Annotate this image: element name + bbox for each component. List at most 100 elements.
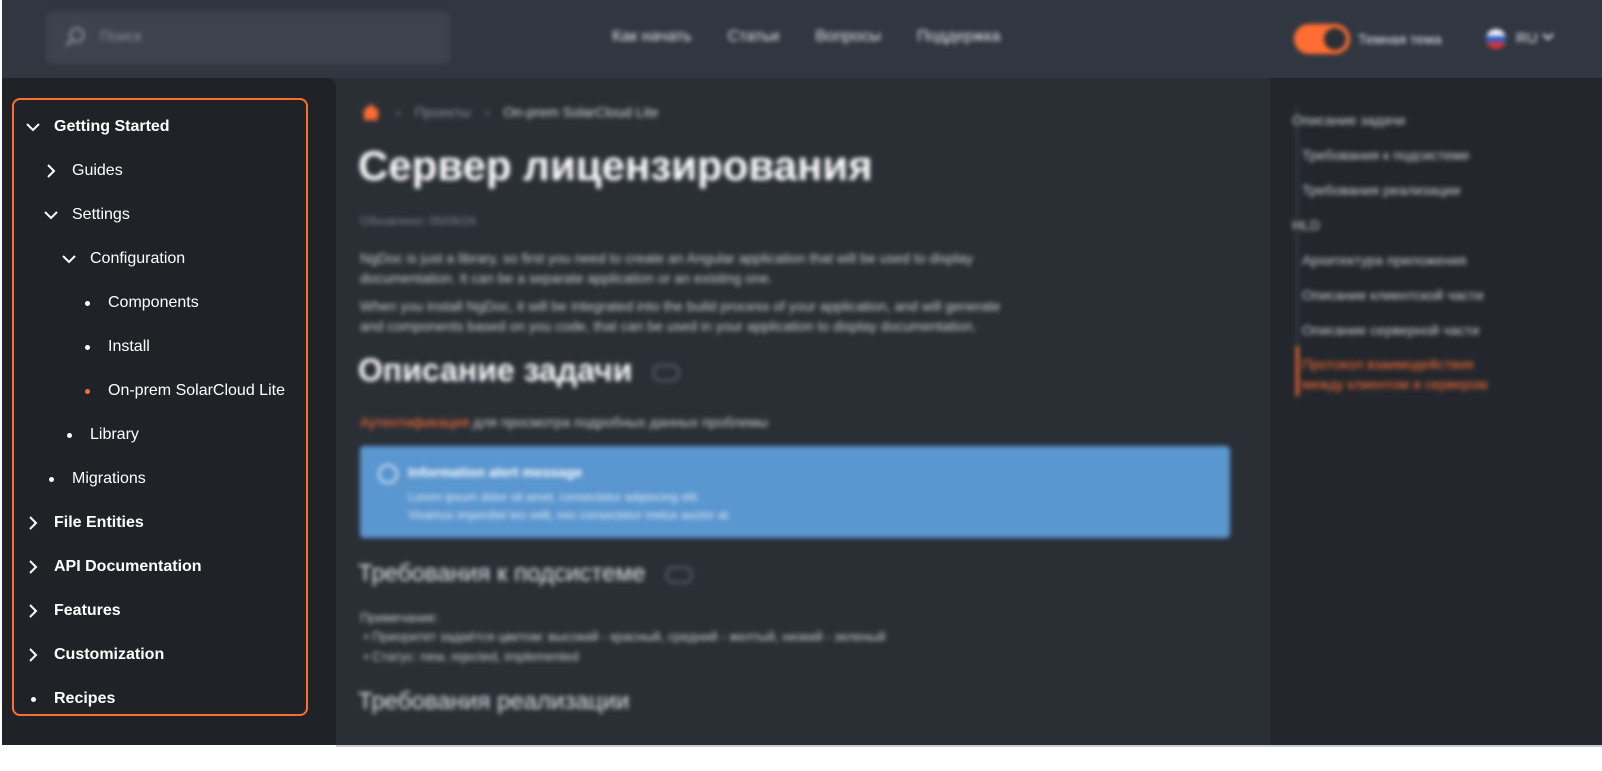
chevron-right-icon (24, 602, 42, 620)
nav-link-questions[interactable]: Вопросы (815, 28, 881, 46)
chevron-right-icon (24, 514, 42, 532)
sidebar-item-file-entities[interactable]: File Entities (24, 510, 144, 536)
toggle-knob (1324, 28, 1346, 50)
anchor-link-icon[interactable] (665, 565, 694, 584)
bullet-icon (24, 690, 42, 708)
toc-item-line: между клиентом и сервером (1302, 376, 1488, 392)
page-title: Сервер лицензирования (358, 142, 873, 189)
list-item: • Приоритет задаётся цветом: высокий - к… (364, 629, 886, 644)
auth-note: Аутентификация для просмотра подробных д… (360, 414, 768, 430)
intro-line: NgDoc is just a library, so first you ne… (360, 250, 973, 266)
sidebar-item-label: Customization (54, 646, 165, 663)
chevron-down-icon (24, 118, 42, 136)
toc-item[interactable]: Описание клиентской части (1302, 285, 1483, 305)
sidebar-item-label: On-prem SolarCloud Lite (108, 382, 285, 399)
auth-link[interactable]: Аутентификация (360, 414, 469, 430)
breadcrumb-separator: › (396, 104, 401, 120)
sidebar-item-label: Configuration (90, 250, 186, 267)
bullet-icon (78, 294, 96, 312)
install-line: When you install NgDoc, it will be integ… (360, 298, 1001, 314)
sidebar-item-guides[interactable]: Guides (42, 158, 123, 184)
sidebar-item-label: API Documentation (54, 558, 202, 575)
chevron-down-icon (42, 206, 60, 224)
chevron-right-icon (24, 646, 42, 664)
nav-link-articles[interactable]: Статьи (728, 28, 780, 46)
sidebar-item-getting-started[interactable]: Getting Started (24, 114, 170, 140)
anchor-link-icon[interactable] (652, 363, 681, 382)
toc-item[interactable]: Архитектура приложения (1302, 250, 1466, 270)
search-icon (65, 27, 85, 47)
sidebar-item-label: Library (90, 426, 139, 443)
intro-paragraph: NgDoc is just a library, so first you ne… (360, 248, 1080, 288)
home-icon[interactable] (360, 102, 382, 122)
list-item-text: Приоритет задаётся цветом: высокий - кра… (372, 629, 886, 644)
intro-line: documentation. It can be a separate appl… (360, 270, 773, 286)
heading-text: Требования к подсистеме (358, 560, 646, 587)
main-nav: Как начать Статьи Вопросы Поддержка (612, 28, 1000, 46)
sidebar-tree: Getting Started Guides Settings Configur… (12, 98, 308, 716)
bullet-icon (78, 382, 96, 400)
list-item: • Статус: new, rejected, implemented (364, 649, 579, 664)
bullet-icon (78, 338, 96, 356)
nav-link-getting-started[interactable]: Как начать (612, 28, 692, 46)
sidebar-item-label: Migrations (72, 470, 146, 487)
table-of-contents: Описание задачи Требования к подсистеме … (1270, 78, 1602, 745)
chevron-down-icon (60, 250, 78, 268)
section-heading-task: Описание задачи (358, 352, 681, 389)
nav-link-support[interactable]: Поддержка (917, 28, 1000, 46)
sidebar-item-library[interactable]: Library (60, 422, 139, 448)
sidebar-item-install[interactable]: Install (78, 334, 150, 360)
install-line: and components based on you code, that c… (360, 318, 977, 334)
sidebar-item-api-documentation[interactable]: API Documentation (24, 554, 202, 580)
toc-item[interactable]: Требования реализации (1302, 180, 1460, 200)
chevron-right-icon (42, 162, 60, 180)
toc-item-line: Протокол взаимодействия (1302, 356, 1474, 372)
toc-item[interactable]: HLD (1292, 215, 1320, 235)
language-code: RU (1516, 30, 1538, 47)
sidebar-item-customization[interactable]: Customization (24, 642, 164, 668)
language-selector[interactable]: RU (1486, 26, 1556, 52)
info-icon (378, 464, 398, 484)
toc-item[interactable]: Описание серверной части (1302, 320, 1479, 340)
breadcrumb-separator: › (484, 104, 490, 120)
install-paragraph: When you install NgDoc, it will be integ… (360, 296, 1080, 336)
toc-list: Описание задачи Требования к подсистеме … (1270, 78, 1602, 745)
bottom-divider (336, 745, 1602, 747)
russia-flag-icon (1486, 29, 1506, 49)
sidebar-item-label: Features (54, 602, 121, 619)
sidebar-item-label: Install (108, 338, 150, 355)
toc-item[interactable]: Описание задачи (1292, 110, 1405, 130)
info-alert: Information alert message Lorem ipsum do… (360, 446, 1230, 538)
sidebar-item-label: Guides (72, 162, 123, 179)
sidebar-item-on-prem-solarcloud-lite[interactable]: On-prem SolarCloud Lite (78, 378, 285, 404)
sidebar-item-label: Components (108, 294, 199, 311)
breadcrumb-current: On-prem SolarCloud Lite (503, 104, 659, 120)
sidebar-item-features[interactable]: Features (24, 598, 121, 624)
chevron-right-icon (24, 558, 42, 576)
list-item-text: Статус: new, rejected, implemented (372, 649, 579, 664)
note-label: Примечание: (360, 610, 439, 625)
breadcrumb: › Проекты › On-prem SolarCloud Lite (360, 100, 658, 124)
sidebar-item-label: Recipes (54, 690, 116, 707)
sidebar-item-recipes[interactable]: Recipes (24, 686, 115, 712)
theme-label: Темная тема (1358, 31, 1442, 47)
toc-item[interactable]: Требования к подсистеме (1302, 145, 1470, 165)
sidebar-item-label: File Entities (54, 514, 144, 531)
search-input[interactable]: Поиск (46, 12, 450, 64)
sidebar-item-configuration[interactable]: Configuration (60, 246, 185, 272)
dark-theme-toggle[interactable] (1294, 24, 1350, 54)
breadcrumb-projects[interactable]: Проекты (415, 104, 471, 120)
alert-title: Information alert message (408, 464, 583, 480)
bullet-icon (42, 470, 60, 488)
bullet-icon (60, 426, 78, 444)
sidebar-item-components[interactable]: Components (78, 290, 199, 316)
alert-text: Lorem ipsum dolor sit amet, consectetur … (408, 490, 701, 504)
top-header: Поиск Как начать Статьи Вопросы Поддержк… (2, 0, 1602, 78)
search-placeholder: Поиск (100, 28, 142, 45)
auth-note-text: для просмотра подробных данных проблемы (469, 414, 769, 430)
sidebar-item-migrations[interactable]: Migrations (42, 466, 146, 492)
toc-item-active[interactable]: Протокол взаимодействия между клиентом и… (1302, 354, 1488, 394)
alert-text: Vivamus imperdiet leo velit, nec consect… (408, 508, 732, 522)
sidebar-item-settings[interactable]: Settings (42, 202, 130, 228)
sidebar-item-label: Settings (72, 206, 130, 223)
